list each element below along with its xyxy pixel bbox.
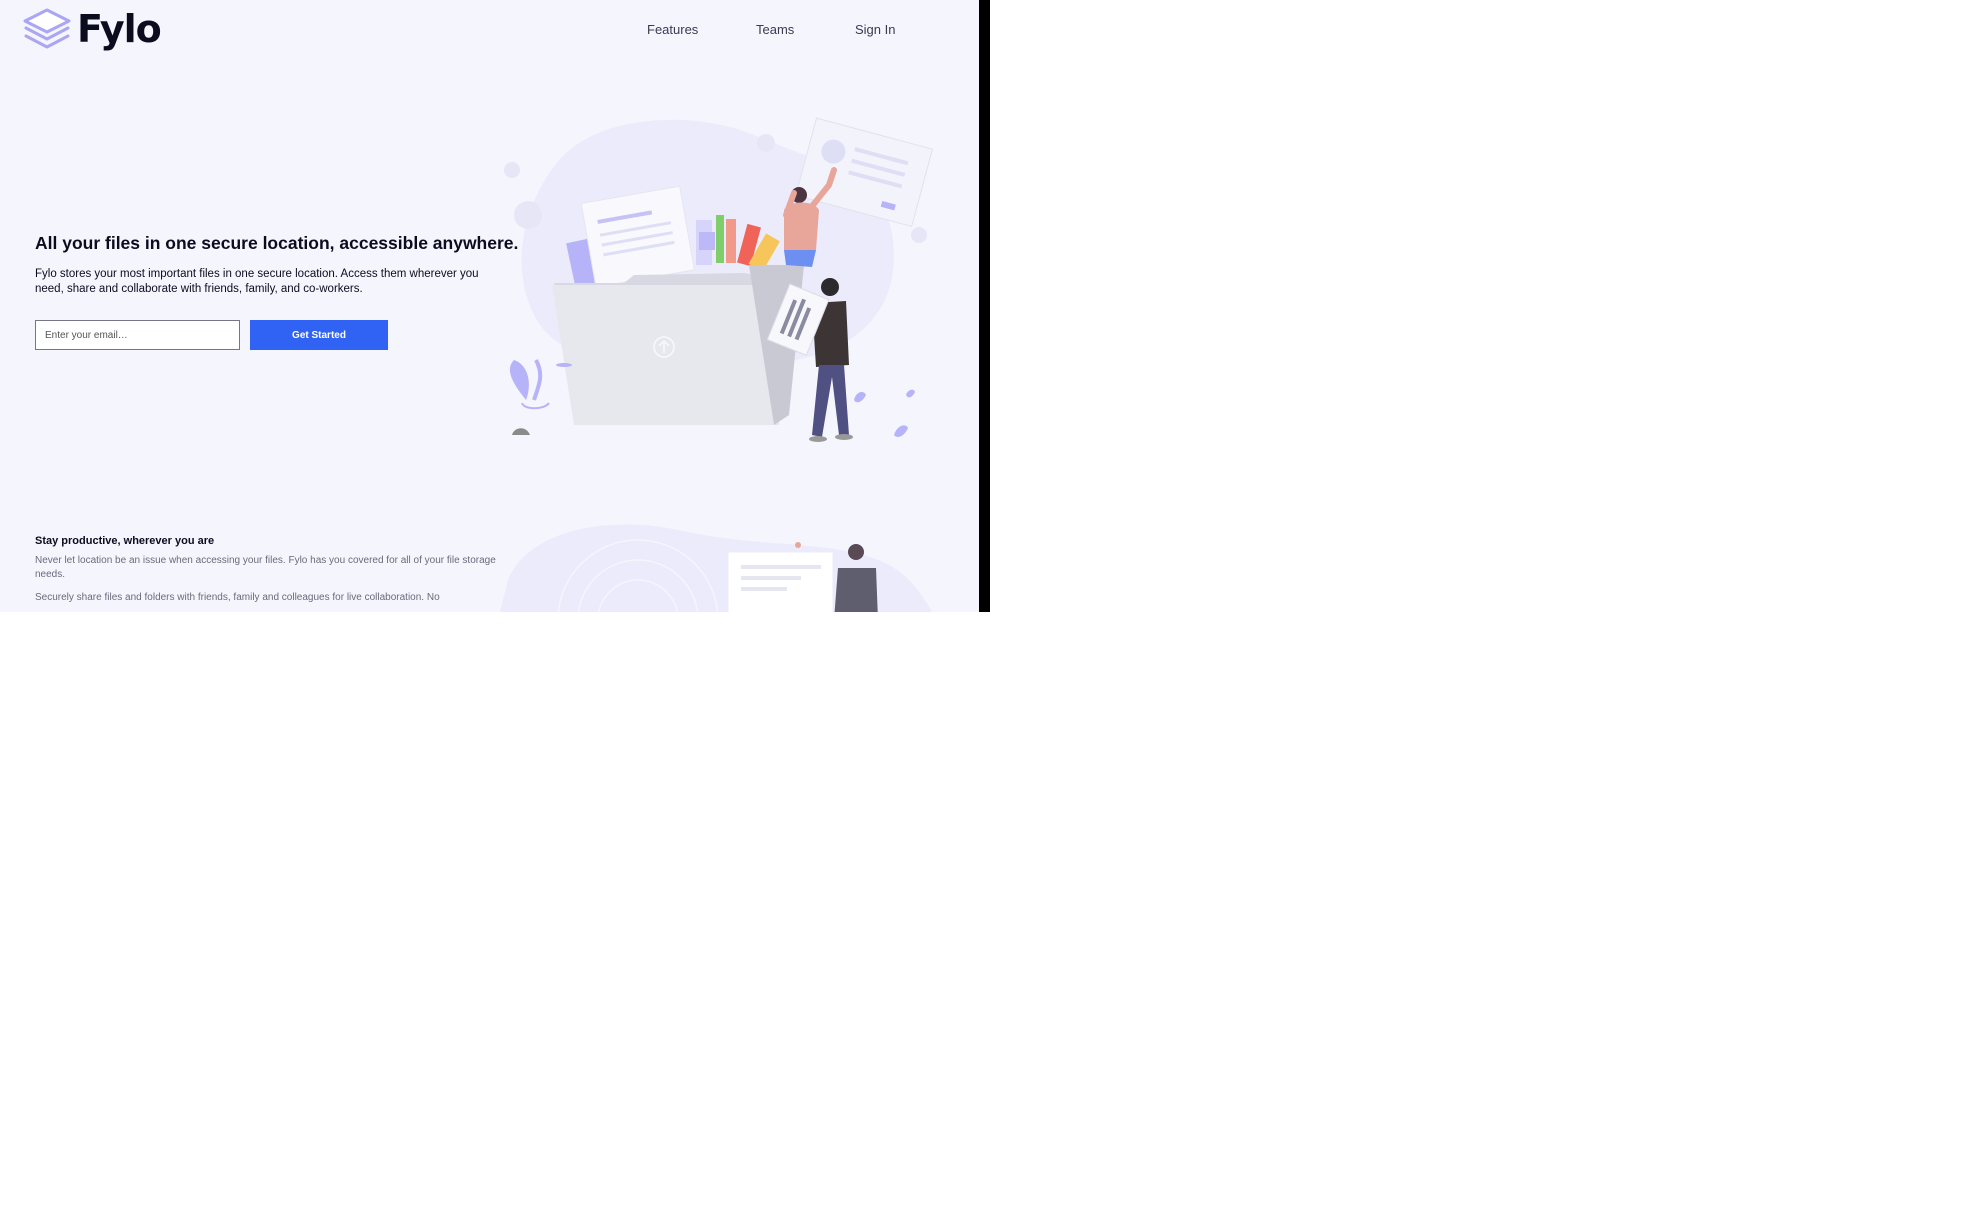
window-edge-bar: [979, 0, 990, 612]
hero-illustration: [504, 117, 934, 442]
section-paragraph: Securely share files and folders with fr…: [35, 592, 440, 603]
email-input[interactable]: [35, 320, 240, 350]
hero-description: Fylo stores your most important files in…: [35, 268, 479, 295]
browser-viewport: Fylo Features Teams Sign In All your fil…: [0, 0, 979, 612]
hero-title: All your files in one secure location, a…: [35, 233, 519, 253]
section-title: Stay productive, wherever you are: [35, 535, 215, 547]
get-started-button[interactable]: Get Started: [250, 320, 388, 350]
section-paragraph: Never let location be an issue when acce…: [35, 555, 496, 580]
nav-sign-in-link[interactable]: Sign In: [855, 22, 895, 37]
brand-name: Fylo: [77, 7, 162, 51]
brand-logo[interactable]: Fylo: [23, 7, 162, 51]
nav-teams-link[interactable]: Teams: [756, 22, 794, 37]
layers-logo-icon: [23, 8, 71, 49]
nav-features-link[interactable]: Features: [647, 22, 698, 37]
productive-illustration: [500, 524, 933, 612]
